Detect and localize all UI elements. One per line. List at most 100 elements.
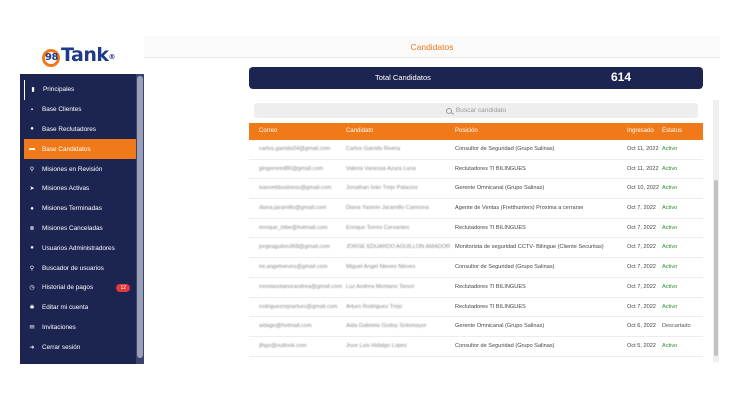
search-input[interactable]: Buscar candidato xyxy=(254,103,698,118)
mail-icon: ✉ xyxy=(29,324,35,331)
cell-candidato: Enrique Torres Cervantes xyxy=(346,224,410,231)
table-row[interactable]: mi.angelnieves@gmail.com Miguel Angel Nie… xyxy=(249,258,703,278)
cell-ingresado: Oct 11, 2022 xyxy=(627,165,659,172)
cell-ingresado: Oct 7, 2022 xyxy=(627,303,656,310)
sidebar-item-base-clientes[interactable]: ▪ Base Clientes xyxy=(24,100,136,120)
table-row[interactable]: aidago@hotmail.com Aida Gabriela Godoy So… xyxy=(249,317,703,337)
table-row[interactable]: rodriguezrejoarturo@gmail.com Arturo Rodr… xyxy=(249,298,703,318)
cell-ingresado: Oct 7, 2022 xyxy=(627,283,656,290)
table-row[interactable]: diana.jaramillo@gmail.com Diana Yasmin Ja… xyxy=(249,199,703,219)
cell-ingresado: Oct 7, 2022 xyxy=(627,205,656,212)
table-row[interactable]: enrique_tobe@hotmail.com Enrique Torres C… xyxy=(249,219,703,239)
sidebar-item-label: Misiones Activas xyxy=(42,185,90,193)
sidebar-item-base-reclutadores[interactable]: ● Base Reclutadores xyxy=(24,120,136,140)
sidebar-item-cerrar-sesion[interactable]: ➜ Cerrar sesión xyxy=(24,337,136,357)
cell-posicion: Gerente Omnicanal (Grupo Salinas) xyxy=(455,185,545,192)
header: Candidatos xyxy=(144,36,720,58)
column-ingresado[interactable]: Ingresado xyxy=(627,128,654,134)
cell-estatus: Activo xyxy=(662,303,678,310)
history-icon: ◷ xyxy=(29,285,35,292)
cell-ingresado: Oct 7, 2022 xyxy=(627,224,656,231)
cell-estatus: Activo xyxy=(662,205,678,212)
cell-ingresado: Oct 7, 2022 xyxy=(627,264,656,271)
sidebar-scrollbar[interactable] xyxy=(136,74,144,364)
cell-correo: enrique_tobe@hotmail.com xyxy=(259,224,328,231)
sidebar-nav: ▮ Principales ▪ Base Clientes ● Base Reclutad… xyxy=(24,80,136,357)
rocket-icon: ➤ xyxy=(29,186,35,193)
search-placeholder: Buscar candidato xyxy=(455,107,507,114)
cell-candidato: Luz Andrea Montano Tanori xyxy=(346,283,415,290)
cell-posicion: Reclutadores TI BILINGUES xyxy=(455,224,526,231)
sidebar-item-buscador-de-usuarios[interactable]: ⚲ Buscador de usuarios xyxy=(24,258,136,278)
cell-correo: gingerreed80@gmail.com xyxy=(259,165,324,172)
sidebar-scrollbar-thumb[interactable] xyxy=(137,76,143,358)
sidebar-item-usuarios-administradores[interactable]: ● Usuarios Administradores xyxy=(24,238,136,258)
column-posicion[interactable]: Posición xyxy=(455,128,478,134)
cell-correo: jorgeaguilon368@gmail.com xyxy=(259,244,330,251)
sidebar-item-label: Base Clientes xyxy=(42,106,82,114)
cell-estatus: Activo xyxy=(662,264,678,271)
cell-candidato: Miguel Angel Nieves Nieves xyxy=(346,264,416,271)
cell-ingresado: Oct 11, 2022 xyxy=(627,146,659,152)
cell-candidato: JORGE EDUARDO AGUILLON AMADOR xyxy=(346,244,451,251)
cell-candidato: Diana Yasmin Jaramillo Carmona xyxy=(346,205,429,212)
cell-estatus: Activo xyxy=(662,146,678,152)
cell-correo: carlos.garrido04@gmail.com xyxy=(259,146,331,152)
notification-badge: 12 xyxy=(116,283,130,292)
sidebar-item-label: Editar mi cuenta xyxy=(42,304,89,312)
sidebar-item-label: Usuarios Administradores xyxy=(42,244,115,252)
column-estatus[interactable]: Estatus xyxy=(662,128,682,134)
sidebar-item-misiones-terminadas[interactable]: ● Misiones Terminadas xyxy=(24,199,136,219)
cell-posicion: Consultor de Seguridad (Grupo Salinas) xyxy=(455,146,555,152)
cell-candidato: Arturo Rodriguez Trejo xyxy=(346,303,403,310)
sidebar-item-label: Misiones en Revisión xyxy=(42,165,103,173)
candidates-table-body: carlos.garrido04@gmail.com Carlos Garrido… xyxy=(249,140,703,357)
table-row[interactable]: ivanvebbusiness@gmail.com Jonathan Iván T… xyxy=(249,179,703,200)
table-row[interactable]: gingerreed80@gmail.com Valeria Vanessa Az… xyxy=(249,160,703,180)
cell-estatus: Activo xyxy=(662,185,678,192)
logo: 98 Tank® xyxy=(42,44,115,67)
cell-posicion: Gerente Omnicanal (Grupo Salinas) xyxy=(455,323,545,330)
column-candidato[interactable]: Candidato xyxy=(346,128,373,134)
total-candidates-card: Total Candidatos 614 xyxy=(249,67,703,89)
briefcase-icon: ▪ xyxy=(30,106,34,113)
sidebar-item-label: Misiones Terminadas xyxy=(42,205,102,213)
cell-posicion: Monitorista de seguridad CCTV- Bilingue … xyxy=(455,244,604,251)
cell-candidato: Carlos Garrido Rivera xyxy=(346,146,401,152)
cell-correo: rodriguezrejoarturo@gmail.com xyxy=(259,303,338,310)
sidebar-item-misiones-activas[interactable]: ➤ Misiones Activas xyxy=(24,179,136,199)
sidebar-item-label: Historial de pagos xyxy=(42,284,94,292)
logout-icon: ➜ xyxy=(29,344,35,351)
table-row[interactable]: montanotanorandrea@gmail.com Luz Andrea M… xyxy=(249,278,703,298)
cell-ingresado: Oct 5, 2022 xyxy=(627,342,656,349)
sidebar-item-principales[interactable]: ▮ Principales xyxy=(24,80,136,100)
sidebar-item-misiones-canceladas[interactable]: ⊗ Misiones Canceladas xyxy=(24,219,136,239)
total-candidates-label: Total Candidatos xyxy=(375,73,431,82)
table-row[interactable]: jlhgo@outlook.com Jose Luis Hidalgo Lopez… xyxy=(249,337,703,357)
search-icon xyxy=(445,107,452,114)
column-correo[interactable]: Correo xyxy=(259,128,277,134)
sidebar-item-label: Principales xyxy=(43,86,75,94)
cell-correo: montanotanorandrea@gmail.com xyxy=(259,283,343,290)
main-scrollbar[interactable] xyxy=(713,100,719,362)
table-row[interactable]: carlos.garrido04@gmail.com Carlos Garrido… xyxy=(249,140,703,160)
sidebar-item-label: Invitaciones xyxy=(42,323,76,331)
sidebar-item-invitaciones[interactable]: ✉ Invitaciones xyxy=(24,318,136,338)
cancel-icon: ⊗ xyxy=(29,225,35,232)
logo-area: 98 Tank® xyxy=(20,36,144,74)
sidebar-item-base-candidatos[interactable]: ▬ Base Candidatos xyxy=(24,139,136,160)
table-row[interactable]: jorgeaguilon368@gmail.com JORGE EDUARDO A… xyxy=(249,238,703,259)
cell-posicion: Reclutadores TI BILINGUES xyxy=(455,283,526,290)
cell-posicion: Consultor de Seguridad (Grupo Salinas) xyxy=(455,264,555,271)
sidebar-item-misiones-en-revision[interactable]: ⚲ Misiones en Revisión xyxy=(24,159,136,179)
cell-correo: diana.jaramillo@gmail.com xyxy=(259,205,327,212)
cell-candidato: Jose Luis Hidalgo Lopez xyxy=(346,342,407,349)
bar-chart-icon: ▮ xyxy=(31,87,35,94)
cell-correo: mi.angelnieves@gmail.com xyxy=(259,264,328,271)
sidebar-item-historial-de-pagos[interactable]: ◷ Historial de pagos 12 xyxy=(24,278,136,298)
main-scrollbar-thumb[interactable] xyxy=(714,180,718,356)
page-title: Candidatos xyxy=(410,42,454,52)
cell-ingresado: Oct 10, 2022 xyxy=(627,185,660,192)
sidebar-item-editar-mi-cuenta[interactable]: ✱ Editar mi cuenta xyxy=(24,298,136,318)
search-icon: ⚲ xyxy=(29,265,35,272)
